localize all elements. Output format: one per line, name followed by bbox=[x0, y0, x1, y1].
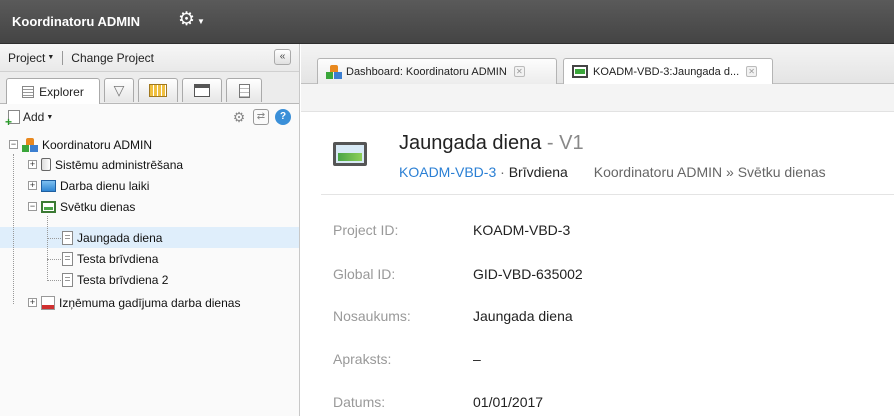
tab-filter[interactable]: ▽ bbox=[104, 78, 134, 102]
project-id-link[interactable]: KOADM-VBD-3 bbox=[473, 222, 570, 238]
tree-item-label: Testa brīvdiena bbox=[77, 251, 159, 266]
app-title: Koordinatoru ADMIN bbox=[12, 14, 141, 29]
panel-icon bbox=[194, 84, 210, 97]
expand-icon[interactable]: + bbox=[28, 298, 37, 307]
field-value: – bbox=[473, 351, 481, 367]
add-button-label: Add bbox=[23, 110, 45, 124]
expand-icon[interactable]: + bbox=[28, 160, 37, 169]
expand-icon[interactable]: + bbox=[28, 181, 37, 190]
image-icon bbox=[572, 65, 588, 78]
tree-connector bbox=[47, 216, 48, 281]
tab-dashboard[interactable]: Dashboard: Koordinatoru ADMIN ✕ bbox=[317, 58, 557, 84]
table-icon bbox=[149, 84, 167, 97]
collapse-icon[interactable]: − bbox=[28, 202, 37, 211]
tree-item-label: Izņēmuma gadījuma darba dienas bbox=[59, 295, 241, 310]
tree-item-label: Jaungada diena bbox=[77, 230, 163, 245]
record-title-text: Jaungada diena bbox=[399, 132, 542, 154]
image-icon bbox=[333, 142, 367, 166]
document-icon bbox=[62, 230, 73, 245]
field-label: Apraksts: bbox=[333, 351, 392, 367]
field-label: Datums: bbox=[333, 394, 386, 410]
tab-explorer-label: Explorer bbox=[39, 84, 84, 99]
change-project-link[interactable]: Change Project bbox=[71, 51, 154, 65]
clipboard-icon bbox=[238, 83, 250, 98]
tree-connector bbox=[13, 154, 14, 304]
field-value: 01/01/2017 bbox=[473, 394, 544, 410]
record-title: Jaungada diena - V1 bbox=[399, 132, 584, 154]
help-icon[interactable]: ? bbox=[275, 109, 291, 125]
collapse-icon[interactable]: − bbox=[9, 140, 18, 149]
field-value: Jaungada diena bbox=[473, 308, 573, 324]
tree-item-sistemu-administresana[interactable]: + Sistēmu administrēšana bbox=[28, 154, 183, 175]
divider bbox=[321, 194, 894, 195]
chevron-down-icon: ▼ bbox=[197, 17, 205, 26]
record-version: V1 bbox=[559, 132, 584, 154]
chevron-down-icon: ▼ bbox=[46, 113, 54, 121]
tree-item-label: Koordinatoru ADMIN bbox=[42, 137, 153, 152]
tab-koadm-vbd-3[interactable]: KOADM-VBD-3:Jaungada d... ✕ bbox=[563, 58, 773, 84]
divider bbox=[62, 50, 64, 65]
filter-icon: ▽ bbox=[113, 82, 125, 98]
tree-connector bbox=[47, 238, 61, 239]
tab-table[interactable] bbox=[138, 78, 178, 102]
gear-icon: ⚙ bbox=[178, 9, 196, 30]
record-id-link[interactable]: KOADM-VBD-3 bbox=[399, 164, 496, 180]
settings-menu[interactable]: ⚙ ▼ bbox=[178, 10, 205, 30]
tree-item-iznemuma-gadijuma[interactable]: + Izņēmuma gadījuma darba dienas bbox=[28, 292, 240, 313]
settings-icon[interactable]: ⚙ bbox=[231, 109, 247, 125]
image-folder-icon bbox=[41, 200, 56, 213]
calendar-icon bbox=[41, 295, 55, 310]
list-icon bbox=[22, 85, 35, 98]
record-type: Brīvdiena bbox=[508, 164, 568, 180]
add-button[interactable]: Add ▼ bbox=[5, 110, 54, 129]
tree-item-label: Testa brīvdiena 2 bbox=[77, 272, 169, 287]
tree-item-label: Sistēmu administrēšana bbox=[55, 157, 184, 172]
document-icon bbox=[62, 272, 73, 287]
field-label: Project ID: bbox=[333, 222, 399, 238]
global-id-link[interactable]: GID-VBD-635002 bbox=[473, 266, 583, 282]
tree-connector bbox=[47, 259, 61, 260]
organization-icon bbox=[22, 137, 38, 152]
left-tab-bar: Explorer ▽ bbox=[0, 72, 299, 104]
add-document-icon bbox=[5, 110, 20, 129]
tree-connector bbox=[47, 280, 61, 281]
tab-label: Dashboard: Koordinatoru ADMIN bbox=[346, 65, 507, 78]
collapse-panel-button[interactable]: « bbox=[274, 49, 291, 65]
field-label: Nosaukums: bbox=[333, 308, 411, 324]
tree-item-testa-brivdiena[interactable]: Testa brīvdiena bbox=[62, 248, 158, 269]
tab-panel[interactable] bbox=[182, 78, 222, 102]
tree-item-jaungada-diena[interactable]: Jaungada diena bbox=[62, 227, 162, 248]
record-view: Jaungada diena - V1 KOADM-VBD-3 · Brīvdi… bbox=[301, 112, 894, 416]
document-toolbar bbox=[301, 84, 894, 112]
project-menu[interactable]: Project bbox=[8, 51, 45, 65]
close-icon[interactable]: ✕ bbox=[513, 66, 525, 77]
close-icon[interactable]: ✕ bbox=[746, 66, 758, 77]
top-bar: Koordinatoru ADMIN ⚙ ▼ bbox=[0, 0, 894, 44]
separator: · bbox=[500, 164, 509, 180]
tree-item-darba-dienu-laiki[interactable]: + Darba dienu laiki bbox=[28, 175, 149, 196]
left-panel: Project ▼ Change Project « Explorer ▽ Ad… bbox=[0, 44, 300, 416]
tree-item-root[interactable]: − Koordinatoru ADMIN bbox=[9, 134, 152, 155]
document-icon bbox=[62, 251, 73, 266]
project-bar: Project ▼ Change Project « bbox=[0, 44, 299, 72]
tree-item-svetku-dienas[interactable]: − Svētku dienas bbox=[28, 196, 135, 217]
tab-clipboard[interactable] bbox=[226, 78, 262, 102]
tree-item-label: Svētku dienas bbox=[60, 199, 136, 214]
document-tab-bar: Dashboard: Koordinatoru ADMIN ✕ KOADM-VB… bbox=[301, 44, 894, 84]
tab-label: KOADM-VBD-3:Jaungada d... bbox=[593, 65, 740, 78]
organization-icon bbox=[326, 64, 342, 79]
explorer-toolbar: Add ▼ ⚙ ⇄ ? bbox=[0, 104, 299, 132]
tab-explorer[interactable]: Explorer bbox=[6, 78, 100, 104]
tree-item-label: Darba dienu laiki bbox=[60, 178, 150, 193]
database-icon bbox=[41, 158, 51, 171]
tree-item-testa-brivdiena-2[interactable]: Testa brīvdiena 2 bbox=[62, 269, 168, 290]
breadcrumb[interactable]: Koordinatoru ADMIN » Svētku dienas bbox=[594, 164, 826, 180]
record-subtitle: KOADM-VBD-3 · Brīvdiena Koordinatoru ADM… bbox=[399, 164, 826, 180]
folder-icon bbox=[41, 179, 56, 192]
refresh-icon[interactable]: ⇄ bbox=[253, 109, 269, 125]
field-label: Global ID: bbox=[333, 266, 396, 282]
chevron-down-icon: ▼ bbox=[47, 54, 55, 61]
